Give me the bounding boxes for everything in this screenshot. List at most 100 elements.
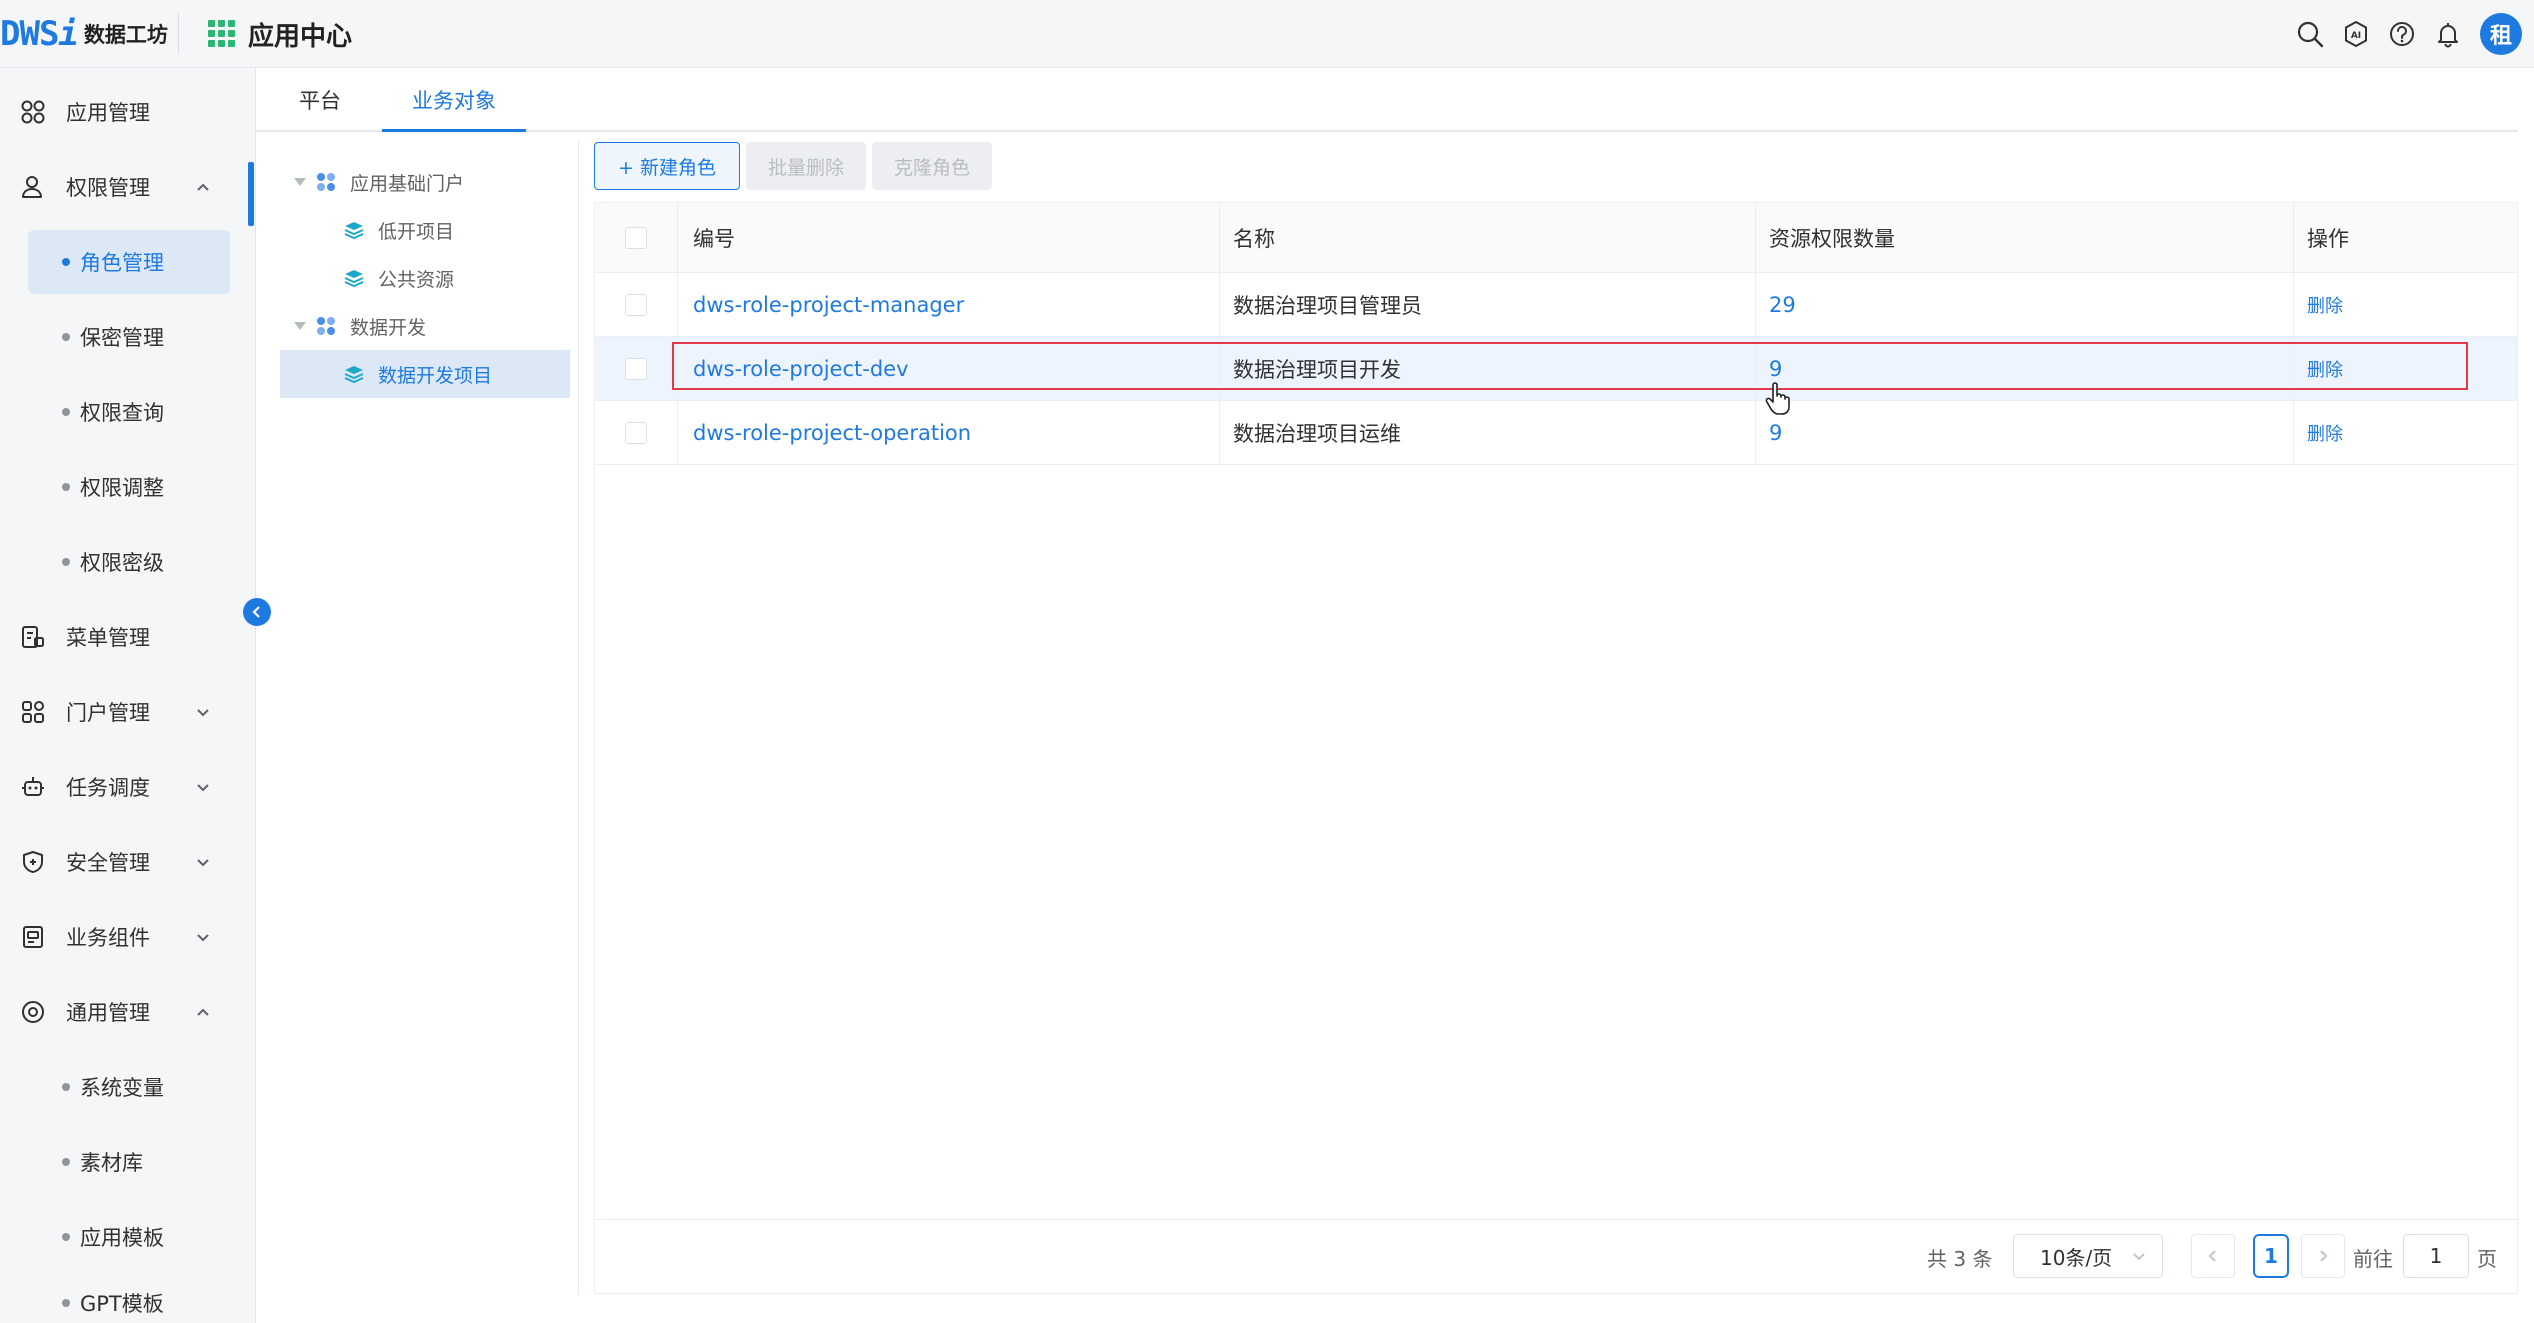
next-page-button[interactable]	[2301, 1234, 2345, 1278]
settings-circle-icon	[22, 1001, 44, 1023]
row-checkbox[interactable]	[625, 294, 647, 316]
sidebar-sub-permission-level[interactable]: 权限密级	[28, 530, 230, 594]
sidebar-sub-label: 保密管理	[80, 326, 164, 350]
sidebar-item-label: 门户管理	[66, 701, 150, 725]
tree-node-label: 低开项目	[378, 220, 455, 243]
bullet-dot	[62, 408, 70, 416]
group-icon	[317, 173, 335, 191]
goto-page-input[interactable]: 1	[2403, 1234, 2469, 1278]
table-row[interactable]: dws-role-project-operation 数据治理项目运维 9 删除	[595, 401, 2517, 465]
ai-icon[interactable]: AI	[2334, 12, 2378, 56]
prev-page-button[interactable]	[2191, 1234, 2235, 1278]
goto-suffix: 页	[2477, 1246, 2497, 1271]
tree-node-label: 公共资源	[378, 268, 455, 291]
role-code-link[interactable]: dws-role-project-operation	[693, 401, 971, 465]
sidebar-sub-gpt-templates[interactable]: GPT模板	[28, 1271, 230, 1323]
batch-delete-button[interactable]: 批量删除	[746, 142, 866, 190]
sidebar-sub-label: GPT模板	[80, 1292, 164, 1316]
table-header: 编号 名称 资源权限数量 操作	[595, 203, 2517, 273]
tree-node-public-resources[interactable]: 公共资源	[280, 254, 570, 302]
sidebar-sub-material-library[interactable]: 素材库	[28, 1130, 230, 1194]
sidebar-collapse-button[interactable]	[243, 598, 271, 626]
sidebar-sub-permission-query[interactable]: 权限查询	[28, 380, 230, 444]
pagination-bar: 共 3 条 10条/页 1 前往 1 页	[595, 1219, 2517, 1293]
active-indicator	[248, 162, 254, 226]
portal-icon	[22, 701, 44, 723]
sidebar-item-general-management[interactable]: 通用管理	[0, 984, 256, 1040]
row-checkbox[interactable]	[625, 422, 647, 444]
tree-node-data-development[interactable]: 数据开发	[280, 302, 570, 350]
sidebar-sub-app-templates[interactable]: 应用模板	[28, 1205, 230, 1269]
component-icon	[23, 926, 43, 948]
sidebar-item-label: 任务调度	[66, 776, 150, 800]
new-role-button[interactable]: + 新建角色	[594, 142, 740, 190]
hand-cursor-icon	[1765, 382, 1790, 415]
sidebar-sub-label: 应用模板	[80, 1226, 164, 1250]
sidebar-item-permission-management[interactable]: 权限管理	[0, 159, 256, 215]
sidebar-item-label: 权限管理	[66, 176, 150, 200]
caret-down-icon[interactable]	[294, 178, 306, 186]
sidebar-sub-label: 素材库	[80, 1151, 143, 1175]
svg-text:AI: AI	[2351, 31, 2361, 41]
app-grid-icon	[21, 100, 45, 124]
table-row[interactable]: dws-role-project-manager 数据治理项目管理员 29 删除	[595, 273, 2517, 337]
column-divider	[1755, 203, 1756, 465]
chevron-right-icon	[2320, 1250, 2328, 1262]
column-divider	[1219, 203, 1220, 465]
sidebar-sub-label: 角色管理	[80, 251, 164, 275]
category-tree: 应用基础门户 低开项目 公共资源 数据开发 数据开发项目	[280, 144, 580, 1294]
sidebar-item-business-components[interactable]: 业务组件	[0, 909, 256, 965]
sidebar-sub-role-management[interactable]: 角色管理	[28, 230, 230, 294]
robot-icon	[22, 777, 44, 796]
active-tab-underline	[382, 129, 526, 132]
sidebar-item-task-scheduling[interactable]: 任务调度	[0, 759, 256, 815]
help-icon[interactable]	[2380, 12, 2424, 56]
tab-platform[interactable]: 平台	[284, 68, 356, 132]
role-name: 数据治理项目管理员	[1233, 294, 1422, 318]
delete-link[interactable]: 删除	[2307, 273, 2343, 337]
chevron-down-icon	[197, 934, 209, 942]
sidebar-item-label: 通用管理	[66, 1001, 150, 1025]
bell-icon[interactable]	[2426, 12, 2470, 56]
column-header-permission-count: 资源权限数量	[1769, 227, 1895, 251]
sidebar-item-security[interactable]: 安全管理	[0, 834, 256, 890]
caret-down-icon[interactable]	[294, 322, 306, 330]
sidebar-item-label: 安全管理	[66, 851, 150, 875]
tree-node-label: 数据开发项目	[378, 364, 493, 387]
clone-role-button[interactable]: 克隆角色	[872, 142, 992, 190]
search-icon[interactable]	[2288, 12, 2332, 56]
tree-node-lowcode-project[interactable]: 低开项目	[280, 206, 570, 254]
logo[interactable]: DWSi 数据工坊	[0, 10, 168, 58]
chevron-left-icon	[2208, 1250, 2216, 1262]
permission-count-link[interactable]: 29	[1769, 273, 1796, 337]
chevron-up-icon	[197, 1008, 209, 1016]
role-name: 数据治理项目运维	[1233, 422, 1401, 446]
shield-icon	[23, 851, 43, 873]
layers-icon	[344, 270, 364, 288]
sidebar-item-label: 业务组件	[66, 926, 150, 950]
sidebar-item-portal-management[interactable]: 门户管理	[0, 684, 256, 740]
sidebar-sub-security-management[interactable]: 保密管理	[28, 305, 230, 369]
sidebar-sub-permission-adjust[interactable]: 权限调整	[28, 455, 230, 519]
header-actions: AI 租	[2286, 12, 2534, 56]
bullet-dot	[62, 1299, 70, 1307]
goto-prefix: 前往	[2353, 1246, 2393, 1271]
user-avatar[interactable]: 租	[2480, 13, 2522, 55]
sidebar-item-app-management[interactable]: 应用管理	[0, 84, 256, 140]
app-center-link[interactable]: 应用中心	[208, 14, 352, 54]
tree-node-app-portal[interactable]: 应用基础门户	[280, 158, 570, 206]
sidebar-item-menu-management[interactable]: 菜单管理	[0, 609, 256, 665]
bullet-dot	[62, 1083, 70, 1091]
page-size-select[interactable]: 10条/页	[2013, 1234, 2163, 1278]
logo-text: 数据工坊	[83, 23, 168, 47]
chevron-down-icon	[2133, 1253, 2145, 1261]
select-all-checkbox[interactable]	[625, 227, 647, 249]
sidebar-sub-system-variables[interactable]: 系统变量	[28, 1055, 230, 1119]
tree-node-data-dev-project[interactable]: 数据开发项目	[280, 350, 570, 398]
tab-business-objects[interactable]: 业务对象	[396, 68, 512, 132]
sidebar-sub-label: 权限密级	[80, 551, 164, 575]
row-checkbox[interactable]	[625, 358, 647, 380]
role-code-link[interactable]: dws-role-project-manager	[693, 273, 964, 337]
delete-link[interactable]: 删除	[2307, 401, 2343, 465]
page-number-current[interactable]: 1	[2253, 1234, 2289, 1278]
